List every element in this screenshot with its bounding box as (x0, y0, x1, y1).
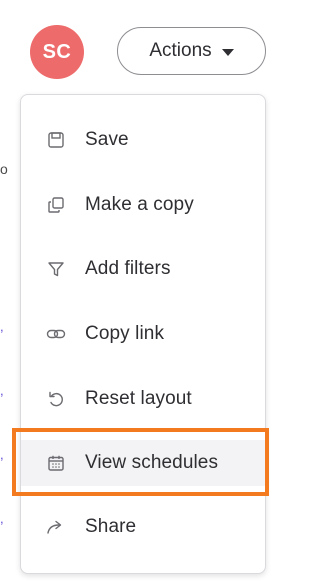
menu-item-share[interactable]: Share (21, 504, 265, 550)
background-text-fragment: o (0, 161, 8, 177)
menu-item-save[interactable]: Save (21, 117, 265, 163)
share-icon (45, 516, 67, 538)
background-data-mark: , (0, 511, 4, 526)
menu-item-label: View schedules (85, 452, 219, 473)
user-avatar[interactable]: SC (30, 25, 84, 79)
menu-item-reset-layout[interactable]: Reset layout (21, 376, 265, 422)
menu-item-label: Add filters (85, 258, 171, 279)
menu-item-add-filters[interactable]: Add filters (21, 246, 265, 292)
background-data-mark: , (0, 447, 4, 462)
menu-item-label: Save (85, 129, 129, 150)
calendar-icon (45, 452, 67, 474)
caret-down-icon (221, 48, 234, 56)
menu-item-label: Make a copy (85, 194, 194, 215)
copy-icon (45, 194, 67, 216)
background-page-edge: o , , , , (0, 96, 12, 583)
reset-icon (45, 388, 67, 410)
menu-item-copy-link[interactable]: Copy link (21, 311, 265, 357)
save-icon (45, 129, 67, 151)
menu-item-label: Share (85, 516, 137, 537)
menu-item-view-schedules[interactable]: View schedules (21, 440, 265, 486)
link-icon (45, 323, 67, 345)
menu-item-make-a-copy[interactable]: Make a copy (21, 182, 265, 228)
avatar-initials: SC (42, 40, 72, 63)
background-data-mark: , (0, 383, 4, 398)
filter-icon (45, 258, 67, 280)
actions-button[interactable]: Actions (117, 27, 266, 75)
menu-item-label: Reset layout (85, 388, 192, 409)
menu-item-label: Copy link (85, 323, 165, 344)
background-data-mark: , (0, 319, 4, 334)
actions-button-label: Actions (149, 40, 212, 61)
actions-menu: Save Make a copy Add filters Copy link R… (20, 94, 266, 574)
